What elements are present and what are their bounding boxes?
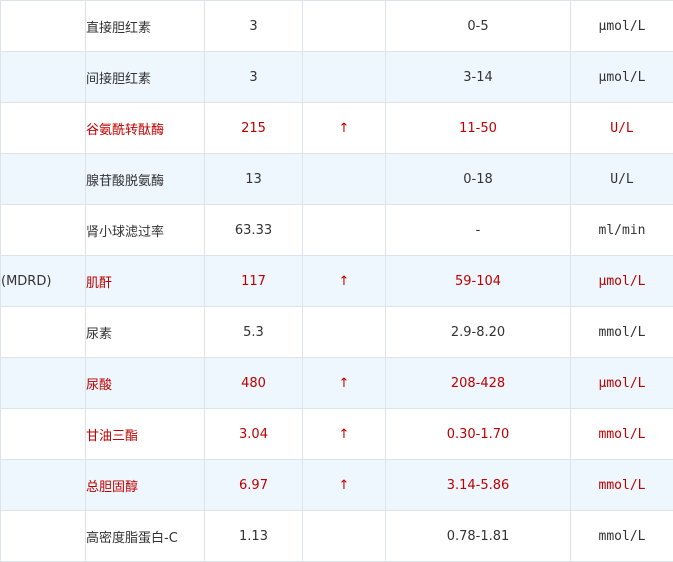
- reference-range-cell: 3.14-5.86: [385, 459, 571, 511]
- table-row: 尿素 5.3 2.9-8.20 mmol/L: [0, 306, 673, 358]
- method-cell: (MDRD): [0, 255, 86, 307]
- abnormal-flag-cell: [302, 510, 386, 562]
- result-value-cell: 117: [204, 255, 303, 307]
- result-value-cell: 5.3: [204, 306, 303, 358]
- unit-cell: μmol/L: [570, 0, 673, 52]
- abnormal-flag-cell: ↑: [302, 255, 386, 307]
- lab-results-table: 直接胆红素 3 0-5 μmol/L 间接胆红素 3 3-14 μmol/L 谷氨酰转酞酶 215…: [0, 0, 673, 562]
- lab-results-body: 直接胆红素 3 0-5 μmol/L 间接胆红素 3 3-14 μmol/L 谷氨酰转酞酶 215…: [0, 0, 673, 562]
- test-name-cell: 腺苷酸脱氨酶: [85, 153, 205, 205]
- unit-cell: mmol/L: [570, 408, 673, 460]
- reference-range-cell: 59-104: [385, 255, 571, 307]
- method-cell: [0, 510, 86, 562]
- result-value-cell: 3: [204, 0, 303, 52]
- table-row: 间接胆红素 3 3-14 μmol/L: [0, 51, 673, 103]
- test-name-cell: 肾小球滤过率: [85, 204, 205, 256]
- table-row: 直接胆红素 3 0-5 μmol/L: [0, 0, 673, 52]
- reference-range-cell: 0.78-1.81: [385, 510, 571, 562]
- abnormal-flag-cell: [302, 0, 386, 52]
- abnormal-flag-cell: ↑: [302, 459, 386, 511]
- result-value-cell: 480: [204, 357, 303, 409]
- reference-range-cell: -: [385, 204, 571, 256]
- test-name-cell: 甘油三酯: [85, 408, 205, 460]
- unit-cell: U/L: [570, 153, 673, 205]
- table-row: (MDRD) 肌酐 117 ↑ 59-104 μmol/L: [0, 255, 673, 307]
- unit-cell: μmol/L: [570, 357, 673, 409]
- method-cell: [0, 459, 86, 511]
- result-value-cell: 3.04: [204, 408, 303, 460]
- test-name-cell: 谷氨酰转酞酶: [85, 102, 205, 154]
- result-value-cell: 215: [204, 102, 303, 154]
- reference-range-cell: 11-50: [385, 102, 571, 154]
- test-name-cell: 直接胆红素: [85, 0, 205, 52]
- result-value-cell: 63.33: [204, 204, 303, 256]
- table-row: 总胆固醇 6.97 ↑ 3.14-5.86 mmol/L: [0, 459, 673, 511]
- method-cell: [0, 102, 86, 154]
- method-cell: [0, 153, 86, 205]
- result-value-cell: 3: [204, 51, 303, 103]
- unit-cell: μmol/L: [570, 51, 673, 103]
- method-cell: [0, 306, 86, 358]
- abnormal-flag-cell: ↑: [302, 102, 386, 154]
- abnormal-flag-cell: [302, 204, 386, 256]
- unit-cell: mmol/L: [570, 459, 673, 511]
- table-row: 高密度脂蛋白-C 1.13 0.78-1.81 mmol/L: [0, 510, 673, 562]
- method-cell: [0, 0, 86, 52]
- abnormal-flag-cell: ↑: [302, 357, 386, 409]
- table-row: 甘油三酯 3.04 ↑ 0.30-1.70 mmol/L: [0, 408, 673, 460]
- unit-cell: μmol/L: [570, 255, 673, 307]
- reference-range-cell: 2.9-8.20: [385, 306, 571, 358]
- reference-range-cell: 208-428: [385, 357, 571, 409]
- method-cell: [0, 204, 86, 256]
- method-cell: [0, 51, 86, 103]
- unit-cell: mmol/L: [570, 510, 673, 562]
- result-value-cell: 13: [204, 153, 303, 205]
- reference-range-cell: 0.30-1.70: [385, 408, 571, 460]
- abnormal-flag-cell: [302, 153, 386, 205]
- result-value-cell: 1.13: [204, 510, 303, 562]
- abnormal-flag-cell: ↑: [302, 408, 386, 460]
- table-row: 腺苷酸脱氨酶 13 0-18 U/L: [0, 153, 673, 205]
- test-name-cell: 间接胆红素: [85, 51, 205, 103]
- unit-cell: mmol/L: [570, 306, 673, 358]
- test-name-cell: 尿酸: [85, 357, 205, 409]
- abnormal-flag-cell: [302, 51, 386, 103]
- test-name-cell: 肌酐: [85, 255, 205, 307]
- reference-range-cell: 3-14: [385, 51, 571, 103]
- table-row: 尿酸 480 ↑ 208-428 μmol/L: [0, 357, 673, 409]
- reference-range-cell: 0-18: [385, 153, 571, 205]
- method-cell: [0, 357, 86, 409]
- unit-cell: U/L: [570, 102, 673, 154]
- test-name-cell: 高密度脂蛋白-C: [85, 510, 205, 562]
- result-value-cell: 6.97: [204, 459, 303, 511]
- abnormal-flag-cell: [302, 306, 386, 358]
- table-row: 谷氨酰转酞酶 215 ↑ 11-50 U/L: [0, 102, 673, 154]
- reference-range-cell: 0-5: [385, 0, 571, 52]
- table-row: 肾小球滤过率 63.33 - ml/min: [0, 204, 673, 256]
- test-name-cell: 尿素: [85, 306, 205, 358]
- method-cell: [0, 408, 86, 460]
- unit-cell: ml/min: [570, 204, 673, 256]
- test-name-cell: 总胆固醇: [85, 459, 205, 511]
